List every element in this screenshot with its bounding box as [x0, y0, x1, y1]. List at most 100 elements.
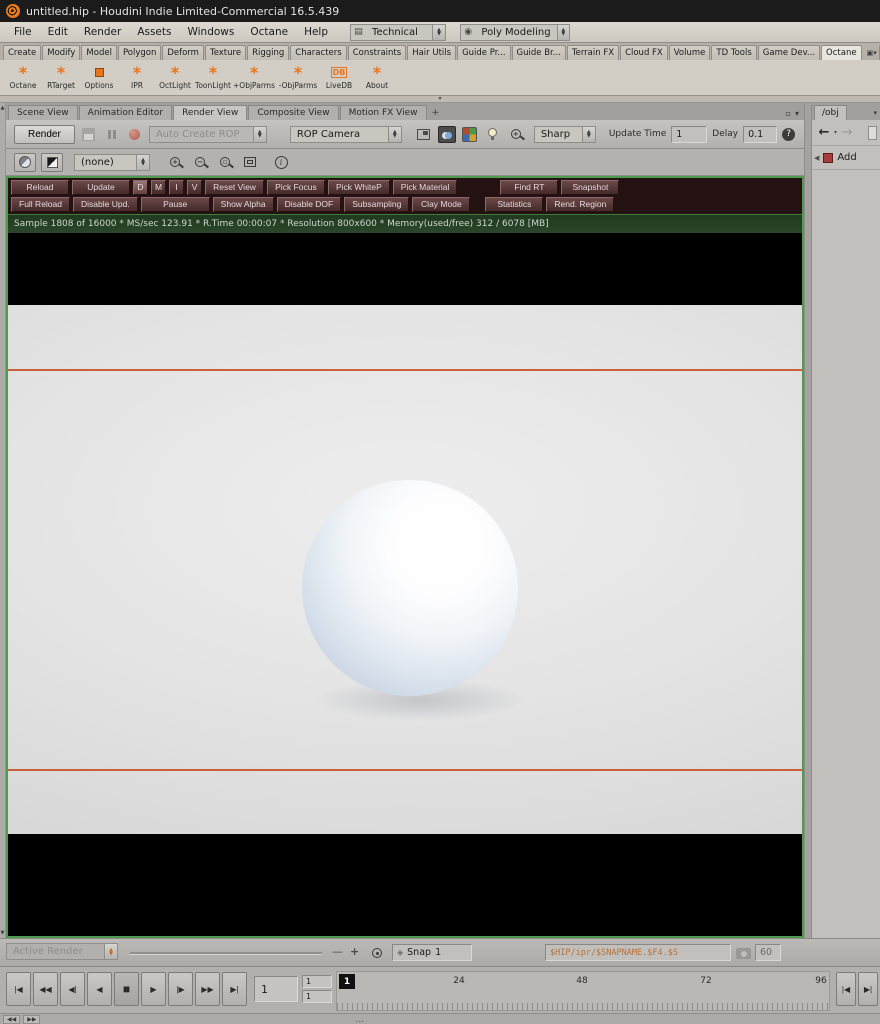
shelf-tool-toonlight[interactable]: * ToonLight	[194, 60, 232, 95]
dropdown-spinner-icon[interactable]: ▲ ▼	[432, 24, 446, 40]
lights-icon[interactable]	[484, 125, 502, 143]
splitter-down-icon[interactable]: ▼	[1, 930, 5, 936]
go-to-start-button[interactable]: |◀	[6, 972, 31, 1006]
octane-i-toggle[interactable]: I	[169, 180, 185, 195]
help-icon[interactable]: ?	[782, 127, 796, 141]
shelf-tool-about[interactable]: * About	[358, 60, 396, 95]
shelf-tab-hair-utils[interactable]: Hair Utils	[407, 45, 457, 60]
octane-pause-button[interactable]: Pause	[140, 197, 210, 212]
mode-dropdown[interactable]: ◉ Poly Modeling ▲ ▼	[460, 23, 571, 41]
octane-update-button[interactable]: Update	[72, 180, 130, 195]
remove-snapshot-icon[interactable]: —	[332, 945, 343, 958]
new-pane-tab-button[interactable]: +	[428, 106, 444, 120]
next-frame-button[interactable]: |▶	[168, 972, 193, 1006]
pane-splitter-vertical[interactable]	[804, 103, 812, 938]
timeline[interactable]: 1 24 48 72 96	[336, 971, 830, 1011]
shelf-tab-modify[interactable]: Modify	[42, 45, 81, 60]
range-shrink-button[interactable]: ◀◀	[3, 1015, 21, 1024]
octane-show-alpha-button[interactable]: Show Alpha	[212, 197, 274, 212]
play-reverse-button[interactable]: ◀	[87, 972, 112, 1006]
shelf-collapse-handle[interactable]: ▾	[0, 96, 880, 103]
next-keyframe-button[interactable]: ▶▶	[195, 972, 220, 1006]
network-path-tab[interactable]: /obj	[814, 105, 847, 120]
octane-m-toggle[interactable]: M	[151, 180, 167, 195]
shelf-tab-game-dev[interactable]: Game Dev...	[757, 45, 821, 60]
pane-split-icon[interactable]: ▫	[786, 109, 791, 118]
pane-tab-composite-view[interactable]: Composite View	[248, 105, 339, 120]
add-button[interactable]: Add	[837, 152, 856, 163]
nav-back-button[interactable]: ←	[815, 124, 833, 142]
prev-keyframe-button[interactable]: ◀◀	[33, 972, 58, 1006]
active-render-dropdown[interactable]: Active Render ▲ ▼	[6, 943, 118, 960]
snapshot-target-icon[interactable]	[372, 948, 382, 958]
octane-clay-mode-button[interactable]: Clay Mode	[412, 197, 471, 212]
shelf-tab-guide-brush[interactable]: Guide Br...	[511, 45, 566, 60]
pane-tab-animation-editor[interactable]: Animation Editor	[78, 105, 173, 120]
stereo-view-icon[interactable]	[437, 125, 456, 143]
stop-button[interactable]: ■	[114, 972, 139, 1006]
shelf-tab-create[interactable]: Create	[3, 45, 42, 60]
collapse-icon[interactable]: ◀	[814, 154, 819, 162]
shelf-tab-rigging[interactable]: Rigging	[247, 45, 290, 60]
shelf-tab-model[interactable]: Model	[81, 45, 117, 60]
dropdown-spinner-icon[interactable]: ▲ ▼	[581, 126, 595, 142]
octane-d-toggle[interactable]: D	[133, 180, 148, 195]
octane-statistics-button[interactable]: Statistics	[485, 197, 544, 212]
octane-find-rt-button[interactable]: Find RT	[500, 180, 559, 195]
desktop-dropdown[interactable]: ▤ Technical ▲ ▼	[350, 23, 447, 41]
range-grow-button[interactable]: ▶▶	[23, 1015, 41, 1024]
zoom-out-button[interactable]: −	[190, 153, 210, 171]
shelf-tool-livedb[interactable]: DB LiveDB	[320, 60, 358, 95]
range-slide-left-button[interactable]: |◀	[836, 972, 856, 1006]
zoom-region-button[interactable]: ▫	[215, 153, 235, 171]
shelf-tab-constraints[interactable]: Constraints	[347, 45, 407, 60]
dropdown-spinner-icon[interactable]: ▲ ▼	[387, 126, 401, 142]
octane-render-region-button[interactable]: Rend. Region	[546, 197, 615, 212]
pause-render-icon[interactable]	[103, 125, 121, 143]
shelf-tab-octane[interactable]: Octane	[821, 45, 862, 60]
shelf-tab-td-tools[interactable]: TD Tools	[711, 45, 757, 60]
panel-menu-icon[interactable]: ▾	[873, 109, 880, 120]
background-swatch-button[interactable]	[14, 152, 36, 172]
play-button[interactable]: ▶	[141, 972, 166, 1006]
snapshot-name-field[interactable]: ◈ Snap 1	[392, 944, 472, 961]
current-frame-field[interactable]: 1	[254, 976, 298, 1002]
frame-all-button[interactable]	[240, 153, 260, 171]
range-slide-right-button[interactable]: ▶|	[858, 972, 878, 1006]
dropdown-spinner-icon[interactable]: ▲ ▼	[104, 944, 117, 959]
shelf-tab-characters[interactable]: Characters	[290, 45, 347, 60]
menu-windows[interactable]: Windows	[179, 26, 242, 38]
add-snapshot-icon[interactable]: +	[350, 945, 359, 958]
snapshot-slider[interactable]	[130, 952, 322, 954]
panel-scroll-handle[interactable]	[868, 125, 877, 140]
delay-field[interactable]: 0.1	[743, 125, 778, 143]
menu-edit[interactable]: Edit	[40, 26, 76, 38]
rendered-image[interactable]	[8, 305, 802, 834]
channel-mosaic-icon[interactable]	[461, 125, 479, 143]
filter-dropdown[interactable]: Sharp ▲ ▼	[533, 125, 596, 143]
octane-subsampling-button[interactable]: Subsampling	[344, 197, 410, 212]
stop-render-icon[interactable]	[126, 125, 144, 143]
octane-reload-button[interactable]: Reload	[11, 180, 69, 195]
isolate-view-icon[interactable]	[415, 125, 433, 143]
update-time-field[interactable]: 1	[671, 125, 708, 143]
menu-help[interactable]: Help	[296, 26, 336, 38]
shelf-tool-remove-objparms[interactable]: * -ObjParms	[276, 60, 320, 95]
octane-reset-view-button[interactable]: Reset View	[205, 180, 264, 195]
nav-forward-button[interactable]: →	[838, 124, 856, 142]
info-button[interactable]: i	[271, 153, 291, 171]
menu-render[interactable]: Render	[76, 26, 129, 38]
range-start-field[interactable]: 1	[302, 975, 332, 988]
shelf-tool-ipr[interactable]: * IPR	[118, 60, 156, 95]
shelf-tab-polygon[interactable]: Polygon	[117, 45, 162, 60]
shelf-tool-options[interactable]: Options	[80, 60, 118, 95]
prev-frame-button[interactable]: ◀|	[60, 972, 85, 1006]
shelf-options-icon[interactable]: ▣▾	[863, 49, 879, 60]
octane-pick-material-button[interactable]: Pick Material	[392, 180, 458, 195]
octane-disable-update-button[interactable]: Disable Upd.	[73, 197, 138, 212]
octane-pick-focus-button[interactable]: Pick Focus	[266, 180, 325, 195]
dropdown-spinner-icon[interactable]: ▲ ▼	[556, 24, 570, 40]
shelf-tool-add-objparms[interactable]: * +ObjParms	[232, 60, 276, 95]
shelf-tab-volume[interactable]: Volume	[668, 45, 711, 60]
snapshot-path-field[interactable]: $HIP/ipr/$SNAPNAME.$F4.$S	[545, 944, 731, 961]
